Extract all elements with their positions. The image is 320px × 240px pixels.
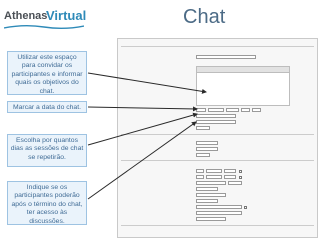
restrict-month-select[interactable] <box>206 169 222 173</box>
divider <box>121 134 314 135</box>
callout-description: Utilizar este espaço para convidar os pa… <box>7 51 87 95</box>
logo-swoosh-icon <box>4 25 84 29</box>
repeat-sessions-select[interactable] <box>196 114 236 118</box>
restrict-day-select-2[interactable] <box>196 175 204 179</box>
everyone-view-sessions-select[interactable] <box>196 126 210 130</box>
grade-condition-select[interactable] <box>196 193 226 197</box>
condition-value-input[interactable] <box>228 181 242 185</box>
enable-checkbox-2[interactable] <box>239 175 242 179</box>
before-available-select[interactable] <box>196 205 242 209</box>
access-display-select[interactable] <box>196 211 242 215</box>
chat-description-editor[interactable] <box>196 72 290 106</box>
callout-repeat: Escolha por quantos dias as sessões de c… <box>7 134 87 167</box>
logo-text-virtual: Virtual <box>46 8 87 23</box>
restrict-month-select-2[interactable] <box>206 175 222 179</box>
hour-select[interactable] <box>241 108 250 112</box>
callout-date: Marcar a data do chat. <box>7 101 87 113</box>
day-select[interactable] <box>196 108 206 112</box>
restrict-day-select[interactable] <box>196 169 204 173</box>
year-select[interactable] <box>226 108 239 112</box>
enable-checkbox[interactable] <box>239 169 242 173</box>
page-title: Chat <box>183 6 226 28</box>
condition-select[interactable] <box>196 181 226 185</box>
logo-text-athenas: Athenas <box>4 10 48 22</box>
chat-settings-form <box>117 38 318 238</box>
athenas-virtual-logo: Athenas Virtual <box>4 8 88 32</box>
add-conditions-button[interactable] <box>196 187 218 191</box>
divider <box>121 46 314 47</box>
restrict-year-select-2[interactable] <box>224 175 236 179</box>
divider <box>121 225 314 226</box>
show-checkbox[interactable] <box>244 205 247 209</box>
completion-tracking-select[interactable] <box>196 217 226 221</box>
group-mode-select[interactable] <box>196 141 218 145</box>
chat-name-input[interactable] <box>196 55 256 59</box>
divider <box>121 160 314 161</box>
save-past-sessions-select[interactable] <box>196 120 236 124</box>
callout-save-sessions: Indique se os participantes poderão após… <box>7 181 87 225</box>
minute-select[interactable] <box>252 108 261 112</box>
restrict-year-select[interactable] <box>224 169 236 173</box>
id-number-input[interactable] <box>196 153 210 157</box>
add-grade-conditions-button[interactable] <box>196 199 218 203</box>
visible-select[interactable] <box>196 147 218 151</box>
month-select[interactable] <box>208 108 224 112</box>
